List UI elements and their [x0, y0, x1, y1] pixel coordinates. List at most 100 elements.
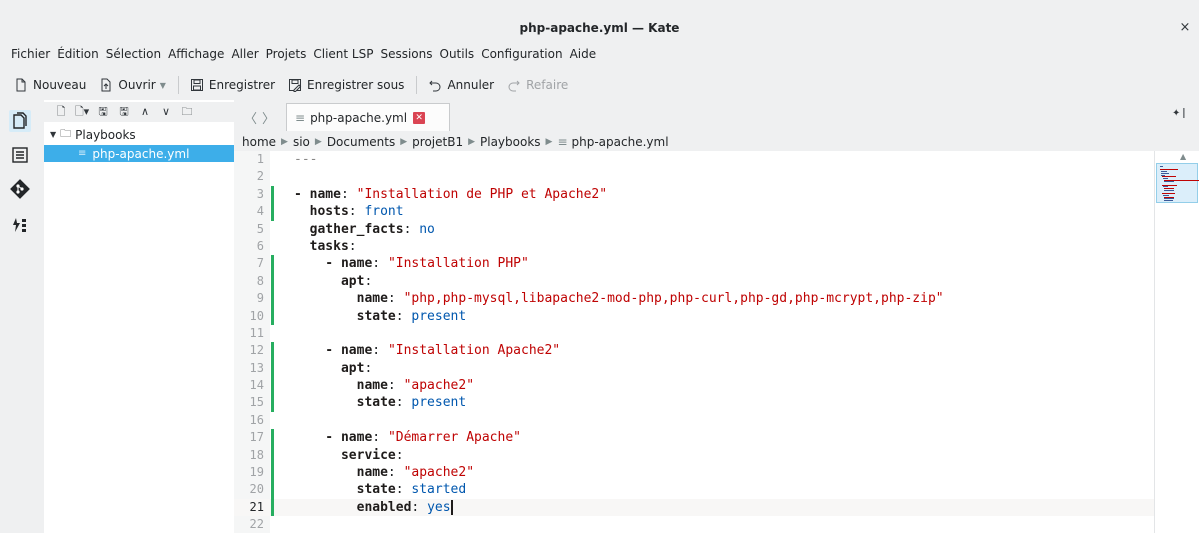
- documents-icon[interactable]: [9, 110, 31, 132]
- code-line[interactable]: 19 name: "apache2": [234, 464, 1154, 482]
- code-line[interactable]: 6 tasks:: [234, 238, 1154, 255]
- code-line[interactable]: 1 ---: [234, 151, 1154, 168]
- code-line[interactable]: 7 - name: "Installation PHP": [234, 255, 1154, 273]
- menu-outils[interactable]: Outils: [440, 47, 475, 61]
- menu-affichage[interactable]: Affichage: [168, 47, 224, 61]
- menu-aide[interactable]: Aide: [570, 47, 597, 61]
- chevron-up-icon[interactable]: ∧: [136, 104, 154, 120]
- close-tab-icon[interactable]: ✕: [413, 111, 426, 124]
- code-line[interactable]: 11: [234, 325, 1154, 342]
- modified-line-marker: [271, 185, 274, 204]
- expand-arrow-icon[interactable]: ▼: [50, 130, 56, 139]
- line-number: 8: [256, 273, 264, 288]
- modified-line-marker: [271, 481, 274, 499]
- menu-fichier[interactable]: Fichier: [11, 47, 50, 61]
- breadcrumb-item[interactable]: sio: [293, 135, 310, 149]
- code-line[interactable]: 14 name: "apache2": [234, 377, 1154, 395]
- minimap-line: [1164, 181, 1174, 183]
- tree-folder-playbooks[interactable]: ▼ 🗀 Playbooks: [44, 126, 234, 143]
- code-line[interactable]: 15 state: present: [234, 394, 1154, 412]
- open-button[interactable]: Ouvrir ▼: [98, 77, 166, 93]
- left-sidebar: [0, 100, 44, 533]
- new-file-icon[interactable]: 🗋: [52, 104, 70, 120]
- git-icon[interactable]: [9, 178, 31, 200]
- breadcrumb-item[interactable]: projetB1: [412, 135, 463, 149]
- code-line[interactable]: 13 apt:: [234, 359, 1154, 378]
- breadcrumb-item[interactable]: Playbooks: [480, 135, 541, 149]
- code-text: name: "apache2": [294, 378, 475, 394]
- symbol-list-icon[interactable]: [9, 144, 31, 166]
- redo-label: Refaire: [526, 78, 569, 92]
- line-number: 20: [249, 482, 264, 497]
- chevron-down-icon[interactable]: ▼: [160, 81, 166, 90]
- menu-configuration[interactable]: Configuration: [481, 47, 562, 61]
- chevron-right-icon: ▶: [281, 137, 288, 147]
- modified-line-marker: [271, 203, 274, 221]
- code-line[interactable]: 12 - name: "Installation Apache2": [234, 342, 1154, 360]
- code-line[interactable]: 3 - name: "Installation de PHP et Apache2…: [234, 185, 1154, 204]
- close-icon[interactable]: ×: [1177, 20, 1193, 36]
- modified-line-marker: [271, 359, 274, 378]
- tab-php-apache[interactable]: ≡ php-apache.yml ✕: [286, 103, 450, 131]
- save-as-icon[interactable]: 🖫: [115, 104, 133, 120]
- scroll-up-icon[interactable]: ▲: [1180, 152, 1186, 161]
- chevron-down-icon[interactable]: ∨: [157, 104, 175, 120]
- code-line[interactable]: 8 apt:: [234, 272, 1154, 291]
- modified-line-marker: [271, 464, 274, 482]
- menu-sessions[interactable]: Sessions: [380, 47, 432, 61]
- folder-icon[interactable]: 🗀: [178, 104, 196, 120]
- code-line[interactable]: 22: [234, 516, 1154, 533]
- save-button[interactable]: Enregistrer: [189, 77, 275, 93]
- modified-line-marker: [271, 446, 274, 465]
- chevron-left-icon[interactable]: 〈: [244, 108, 257, 127]
- line-number: 15: [249, 395, 264, 410]
- save-icon[interactable]: 🖫: [94, 104, 112, 120]
- menu-edition[interactable]: Édition: [57, 47, 99, 61]
- file-icon: ≡: [295, 110, 306, 125]
- line-number: 10: [249, 308, 264, 323]
- line-number: 7: [256, 256, 264, 271]
- code-text: state: present: [294, 395, 467, 411]
- tree-file-php-apache[interactable]: ≡ php-apache.yml: [44, 145, 234, 162]
- pin-icon[interactable]: ✦ ⎸: [1172, 108, 1194, 119]
- save-as-button[interactable]: Enregistrer sous: [287, 77, 404, 93]
- menu-client-lsp[interactable]: Client LSP: [313, 47, 373, 61]
- code-text: ---: [294, 152, 318, 167]
- chevron-right-icon: ▶: [468, 137, 475, 147]
- code-line[interactable]: 5 gather_facts: no: [234, 221, 1154, 238]
- code-line[interactable]: 10 state: present: [234, 307, 1154, 325]
- chevron-right-icon[interactable]: 〉: [262, 108, 275, 127]
- text-cursor: [450, 499, 453, 515]
- open-file-icon: [98, 77, 114, 93]
- new-button[interactable]: Nouveau: [13, 77, 86, 93]
- line-number: 16: [249, 412, 264, 427]
- open-file-icon[interactable]: 🗋▾: [73, 104, 91, 120]
- minimap-scrollbar[interactable]: [1154, 151, 1199, 533]
- code-line[interactable]: 4 hosts: front: [234, 203, 1154, 221]
- menu-projets[interactable]: Projets: [266, 47, 307, 61]
- line-number: 3: [256, 186, 264, 201]
- redo-button[interactable]: Refaire: [506, 77, 568, 93]
- breadcrumb-item[interactable]: php-apache.yml: [572, 135, 669, 149]
- breadcrumb-item[interactable]: home: [242, 135, 276, 149]
- line-number: 6: [256, 238, 264, 253]
- code-text: service:: [294, 447, 404, 463]
- menu-aller[interactable]: Aller: [231, 47, 258, 61]
- code-lines[interactable]: 1 --- 2 3 - name: "Installation de PHP et Ap…: [234, 151, 1154, 533]
- code-line[interactable]: 17 - name: "Démarrer Apache": [234, 429, 1154, 447]
- menu-selection[interactable]: Sélection: [106, 47, 161, 61]
- build-plugin-icon[interactable]: [9, 214, 31, 236]
- code-line[interactable]: 2: [234, 168, 1154, 185]
- code-line[interactable]: 16: [234, 412, 1154, 429]
- undo-button[interactable]: Annuler: [427, 77, 494, 93]
- breadcrumb-item[interactable]: Documents: [327, 135, 395, 149]
- code-line[interactable]: 18 service:: [234, 446, 1154, 465]
- code-line[interactable]: 21 enabled: yes: [234, 498, 1154, 517]
- modified-line-marker: [271, 290, 274, 308]
- code-line[interactable]: 20 state: started: [234, 481, 1154, 499]
- line-number: 1: [256, 152, 264, 166]
- code-text: gather_facts: no: [294, 221, 435, 237]
- new-document-icon: [13, 77, 29, 93]
- code-line[interactable]: 9 name: "php,php-mysql,libapache2-mod-ph…: [234, 290, 1154, 308]
- open-label: Ouvrir: [118, 78, 156, 92]
